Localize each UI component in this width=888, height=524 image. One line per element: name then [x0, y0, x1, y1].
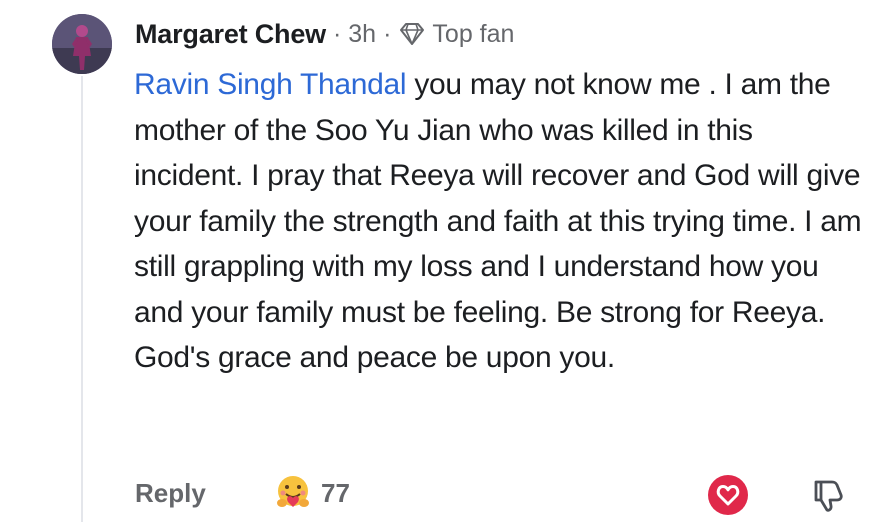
timestamp[interactable]: 3h: [348, 20, 376, 49]
avatar-image: [52, 14, 112, 74]
comment-text: you may not know me . I am the mother of…: [134, 68, 862, 374]
diamond-icon: [400, 23, 425, 45]
comment-header: Margaret Chew · 3h · Top fan: [135, 14, 514, 54]
thumbs-down-icon[interactable]: [808, 474, 848, 514]
reaction-count[interactable]: 77: [321, 478, 350, 509]
comment-body: Ravin Singh Thandal you may not know me …: [134, 62, 864, 381]
hug-emoji-icon[interactable]: [273, 473, 313, 513]
separator: ·: [332, 19, 342, 48]
author-name[interactable]: Margaret Chew: [135, 19, 326, 50]
reply-button[interactable]: Reply: [135, 478, 206, 509]
thread-line: [81, 76, 83, 522]
mention-link[interactable]: Ravin Singh Thandal: [134, 68, 407, 101]
top-fan-badge: Top fan: [432, 19, 515, 48]
heart-icon[interactable]: [707, 474, 749, 516]
avatar[interactable]: [52, 14, 112, 74]
comment-actions: Reply 77: [135, 472, 888, 518]
separator: ·: [383, 19, 392, 48]
